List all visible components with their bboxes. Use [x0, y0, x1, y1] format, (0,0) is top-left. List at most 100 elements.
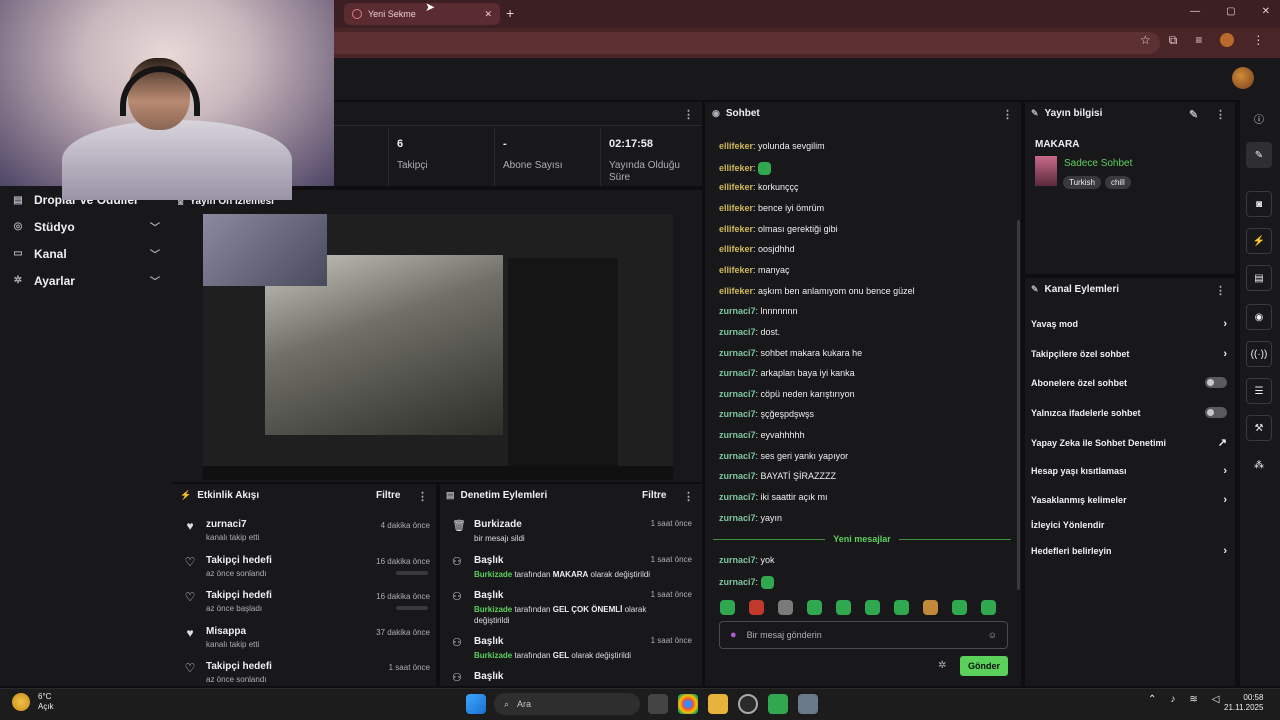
file-explorer-icon[interactable]	[708, 694, 728, 714]
maximize-icon[interactable]: ▢	[1226, 6, 1235, 17]
chat-message[interactable]: ellifeker: aşkım ben anlamıyom onu bence…	[719, 286, 915, 296]
chat-message[interactable]: ellifeker:	[719, 161, 772, 175]
chat-input[interactable]: ● Bir mesaj gönderin ☺	[719, 621, 1008, 649]
channel-actions-icon[interactable]: ☰	[1246, 378, 1272, 404]
chat-menu-icon[interactable]: ⋮	[1002, 108, 1013, 121]
chat-username[interactable]: ellifeker	[719, 244, 753, 254]
chat-username[interactable]: ellifeker	[719, 182, 753, 192]
close-window-icon[interactable]: ✕	[1262, 6, 1270, 17]
emote-icon[interactable]	[981, 600, 996, 615]
chat-icon[interactable]: ◉	[1246, 304, 1272, 330]
obs-icon[interactable]	[738, 694, 758, 714]
activity-event[interactable]: ♥ zurnaci7 kanalı takip etti 4 dakika önce	[184, 519, 430, 549]
start-icon[interactable]	[466, 694, 486, 714]
chat-username[interactable]: zurnaci7	[719, 368, 756, 378]
emote-icon[interactable]	[749, 600, 764, 615]
new-tab-button[interactable]: +	[506, 5, 514, 21]
emote-icon[interactable]	[865, 600, 880, 615]
moderator-name[interactable]: Burkizade	[474, 605, 512, 614]
chat-message[interactable]: zurnaci7: iki saattir açık mı	[719, 492, 828, 502]
taskbar-clock[interactable]: 00:58 21.11.2025	[1224, 693, 1263, 713]
activity-icon[interactable]: ⚡	[1246, 228, 1272, 254]
profile-avatar[interactable]	[1220, 33, 1235, 47]
channel-action-item[interactable]: Takipçilere özel sohbet ›	[1031, 348, 1227, 360]
channel-action-item[interactable]: Yalnızca ifadelerle sohbet	[1031, 407, 1227, 418]
activity-menu-icon[interactable]: ⋮	[417, 490, 428, 503]
task-view-icon[interactable]	[648, 694, 668, 714]
tag-chip[interactable]: chill	[1104, 176, 1131, 189]
chat-username[interactable]: zurnaci7	[719, 471, 756, 481]
wrench-icon[interactable]: ⚒	[1246, 415, 1272, 441]
channel-actions-menu-icon[interactable]: ⋮	[1215, 284, 1226, 297]
moderation-event[interactable]: ⚇ Başlık	[452, 671, 692, 685]
volume-icon[interactable]: ◁	[1212, 694, 1220, 705]
chat-message[interactable]: zurnaci7: yok	[719, 555, 775, 565]
extensions-icon[interactable]: ⧉	[1169, 33, 1178, 48]
moderation-menu-icon[interactable]: ⋮	[683, 490, 694, 503]
emote-icon[interactable]	[836, 600, 851, 615]
chat-username[interactable]: ellifeker	[719, 224, 753, 234]
chat-username[interactable]: zurnaci7	[719, 492, 756, 502]
chat-message[interactable]: zurnaci7: dost.	[719, 327, 780, 337]
chat-username[interactable]: zurnaci7	[719, 389, 756, 399]
chat-username[interactable]: ellifeker	[719, 286, 753, 296]
chat-message[interactable]: zurnaci7: sohbet makara kukara he	[719, 348, 862, 358]
category-thumbnail[interactable]	[1035, 156, 1057, 186]
chat-username[interactable]: zurnaci7	[719, 327, 756, 337]
chat-message[interactable]: zurnaci7: arkaplan baya iyi kanka	[719, 368, 855, 378]
toggle-switch[interactable]	[1205, 407, 1227, 418]
emote-icon[interactable]	[952, 600, 967, 615]
moderation-filter-button[interactable]: Filtre	[642, 490, 666, 501]
reading-list-icon[interactable]: ≡	[1195, 33, 1202, 48]
wifi-icon[interactable]: ≋	[1189, 694, 1197, 705]
chat-username[interactable]: ellifeker	[719, 141, 753, 151]
emote-icon[interactable]	[720, 600, 735, 615]
send-button[interactable]: Gönder	[960, 656, 1008, 676]
chat-username[interactable]: ellifeker	[719, 163, 753, 173]
settings-icon[interactable]	[798, 694, 818, 714]
broadcast-icon[interactable]: ((·))	[1246, 341, 1272, 367]
channel-action-item[interactable]: Hesap yaşı kısıtlaması ›	[1031, 465, 1227, 477]
channel-action-item[interactable]: Yavaş mod ›	[1031, 318, 1227, 330]
emote-icon[interactable]	[923, 600, 938, 615]
activity-event[interactable]: ♡ Takipçi hedefi az önce başladı 16 dakika …	[184, 590, 430, 620]
browser-menu-icon[interactable]: ⋮	[1252, 33, 1264, 48]
preview-icon[interactable]: ◙	[1246, 191, 1272, 217]
activity-filter-button[interactable]: Filtre	[376, 490, 400, 501]
chat-username[interactable]: ellifeker	[719, 203, 753, 213]
bookmark-star-icon[interactable]: ☆	[1140, 33, 1151, 48]
sidebar-item-settings[interactable]: ✲ Ayarlar ﹀	[12, 273, 160, 289]
taskbar-search[interactable]: ⌕ Ara	[494, 693, 640, 715]
category-link[interactable]: Sadece Sohbet	[1064, 158, 1132, 169]
emoji-icon[interactable]: ☺	[988, 630, 997, 640]
moderation-event[interactable]: 🗑 Burkizade bir mesajı sildi 1 saat önce	[452, 519, 692, 544]
sidebar-item-studio[interactable]: ◎ Stüdyo ﹀	[12, 219, 160, 235]
chat-message[interactable]: ellifeker: yolunda sevgilim	[719, 141, 825, 151]
emote-icon[interactable]	[778, 600, 793, 615]
chat-scrollbar[interactable]	[1017, 220, 1020, 590]
app-icon[interactable]	[768, 694, 788, 714]
tab-close-icon[interactable]: ✕	[484, 9, 492, 20]
user-avatar[interactable]	[1232, 67, 1254, 89]
chat-username[interactable]: zurnaci7	[719, 555, 756, 565]
chat-message[interactable]: zurnaci7: şçğeşpdşwşs	[719, 409, 814, 419]
tag-chip[interactable]: Turkish	[1063, 176, 1101, 189]
channel-action-item[interactable]: İzleyici Yönlendir	[1031, 520, 1227, 530]
edit-icon[interactable]: ✎	[1246, 142, 1272, 168]
chat-username[interactable]: zurnaci7	[719, 513, 756, 523]
channel-action-item[interactable]: Yapay Zeka ile Sohbet Denetimi ↗	[1031, 436, 1227, 449]
chat-username[interactable]: zurnaci7	[719, 306, 756, 316]
weather-widget[interactable]: 6°C Açık	[12, 692, 54, 712]
chat-message[interactable]: zurnaci7: BAYATİ ŞİRAZZZZ	[719, 471, 836, 481]
chat-message[interactable]: ellifeker: manyaç	[719, 265, 790, 275]
toggle-switch[interactable]	[1205, 377, 1227, 388]
chrome-icon[interactable]	[678, 694, 698, 714]
moderation-icon[interactable]: ▤	[1246, 265, 1272, 291]
chat-message[interactable]: zurnaci7: eyvahhhhh	[719, 430, 805, 440]
moderator-name[interactable]: Burkizade	[474, 570, 512, 579]
emote-icon[interactable]	[894, 600, 909, 615]
add-widget-icon[interactable]: ⁂	[1246, 452, 1272, 478]
sidebar-item-channel[interactable]: ▭ Kanal ﹀	[12, 246, 160, 262]
chat-username[interactable]: zurnaci7	[719, 409, 756, 419]
activity-event[interactable]: ♡ Takipçi hedefi az önce sonlandı 16 dakika…	[184, 555, 430, 585]
